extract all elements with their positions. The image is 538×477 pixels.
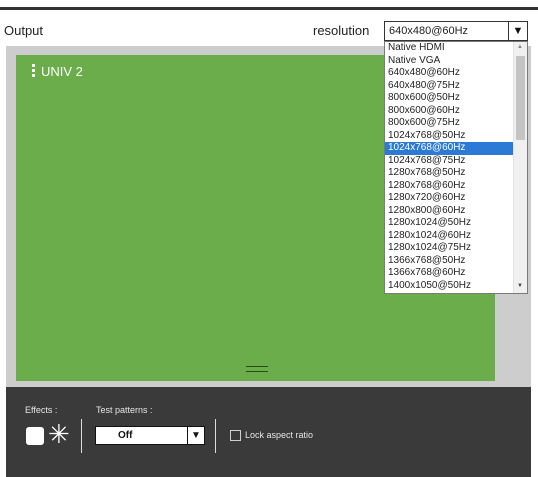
effects-label: Effects :: [25, 405, 58, 415]
scrollbar-thumb[interactable]: [516, 56, 525, 140]
dropdown-option[interactable]: 1366x768@60Hz: [385, 267, 514, 280]
resolution-dropdown-list[interactable]: Native HDMI Native VGA 640x480@60Hz 640x480…: [384, 41, 528, 294]
top-rule: [0, 7, 538, 10]
vertical-dots-icon[interactable]: [32, 64, 36, 78]
resolution-select[interactable]: 640x480@60Hz ▼: [384, 21, 528, 41]
scroll-up-icon[interactable]: ▲: [517, 44, 523, 50]
dropdown-option[interactable]: 640x480@75Hz: [385, 80, 514, 93]
dropdown-option[interactable]: 1280x720@60Hz: [385, 192, 514, 205]
dropdown-option[interactable]: 1280x768@50Hz: [385, 167, 514, 180]
lock-aspect-label: Lock aspect ratio: [245, 430, 314, 440]
scroll-down-icon[interactable]: ▼: [517, 283, 523, 289]
dropdown-option[interactable]: 1024x768@75Hz: [385, 155, 514, 168]
dropdown-option[interactable]: Native HDMI: [385, 42, 514, 55]
divider: [81, 419, 82, 453]
dropdown-option[interactable]: 800x600@60Hz: [385, 105, 514, 118]
divider: [215, 419, 216, 453]
dropdown-option[interactable]: 1280x1024@60Hz: [385, 230, 514, 243]
square-effect-icon[interactable]: [26, 427, 44, 445]
drag-handle-icon[interactable]: [246, 366, 268, 376]
dropdown-scrollbar[interactable]: ▲ ▼: [513, 42, 527, 293]
resolution-select-value: 640x480@60Hz: [389, 25, 469, 37]
dropdown-option[interactable]: 640x480@60Hz: [385, 67, 514, 80]
asterisk-effect-icon[interactable]: ✳: [48, 420, 70, 448]
dropdown-option[interactable]: 1400x1050@50Hz: [385, 280, 514, 293]
dropdown-option[interactable]: 800x600@75Hz: [385, 117, 514, 130]
canvas-label: UNIV 2: [41, 64, 83, 79]
dropdown-option[interactable]: 1366x768@50Hz: [385, 255, 514, 268]
dropdown-option[interactable]: 1024x768@60Hz: [385, 142, 514, 155]
dropdown-option[interactable]: Native VGA: [385, 55, 514, 68]
test-patterns-label: Test patterns :: [96, 405, 153, 415]
dropdown-option[interactable]: 1280x800@60Hz: [385, 205, 514, 218]
chevron-down-icon[interactable]: ▼: [508, 22, 527, 40]
dropdown-options: Native HDMI Native VGA 640x480@60Hz 640x480…: [385, 42, 514, 292]
resolution-label: resolution: [313, 23, 370, 38]
chevron-down-icon[interactable]: ▼: [187, 427, 204, 444]
lock-aspect-checkbox[interactable]: [230, 430, 241, 441]
test-pattern-select[interactable]: Off ▼: [95, 426, 205, 445]
dropdown-option[interactable]: 1280x1024@75Hz: [385, 242, 514, 255]
dropdown-option[interactable]: 1280x1024@50Hz: [385, 217, 514, 230]
dropdown-option[interactable]: 800x600@50Hz: [385, 92, 514, 105]
page-title: Output: [4, 23, 44, 38]
test-pattern-value: Off: [118, 430, 133, 441]
output-panel: Output resolution 640x480@60Hz ▼ UNIV 2 …: [0, 0, 538, 477]
dropdown-option[interactable]: 1280x768@60Hz: [385, 180, 514, 193]
dropdown-option[interactable]: 1024x768@50Hz: [385, 130, 514, 143]
